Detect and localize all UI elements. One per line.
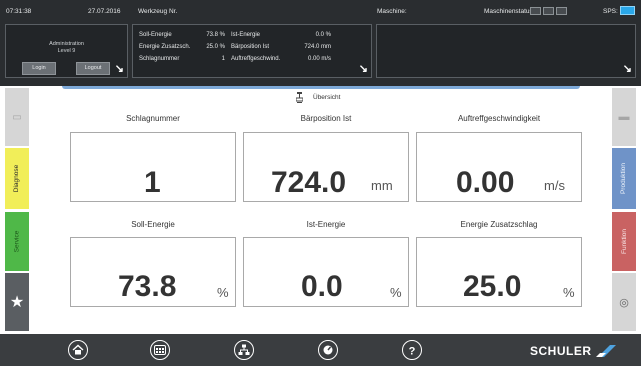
sps-label: SPS: xyxy=(603,8,618,15)
card-value: 724.0 xyxy=(271,166,347,199)
card-title: Auftreffgeschwindigkeit xyxy=(457,114,541,123)
tab-label: Diagnose xyxy=(13,164,21,193)
summary-value: 25.0 % xyxy=(206,44,225,50)
tool-number-label: Werkzeug Nr. xyxy=(138,8,178,15)
card-title: Schlagnummer xyxy=(126,114,180,123)
card-value: 0.00 xyxy=(456,166,515,199)
user-name: Administration xyxy=(49,41,84,47)
machine-status-label: Maschinenstatus: xyxy=(484,8,535,15)
keypad-icon[interactable] xyxy=(150,340,170,360)
summary-label: Schlagnummer xyxy=(139,56,180,62)
status-bar: 07:31:38 27.07.2016 Werkzeug Nr. Maschin… xyxy=(0,0,641,86)
login-panel: Administration Level 9 Login Logout ↘ xyxy=(5,24,128,78)
logout-button[interactable]: Logout xyxy=(76,62,110,75)
machine-status-box xyxy=(556,7,567,15)
tab-produktion[interactable]: Produktion xyxy=(612,148,636,209)
value-card-soll-energie: 73.8 % xyxy=(70,237,236,307)
hammer-icon xyxy=(296,92,303,103)
sps-indicator xyxy=(620,6,635,15)
value-card-schlagnummer: 1 xyxy=(70,132,236,202)
user-info: Administration Level 9 xyxy=(6,41,127,55)
machine-status-box xyxy=(543,7,554,15)
folder-icon: ▬ xyxy=(618,111,630,123)
summary-value: 1 xyxy=(221,56,225,62)
star-icon: ★ xyxy=(9,294,25,311)
card-unit: m/s xyxy=(544,178,565,193)
value-card-baerposition: 724.0 mm xyxy=(243,132,409,202)
value-card-auftreffgeschwindigkeit: 0.00 m/s xyxy=(416,132,582,202)
sidebar-item-settings[interactable]: ◎ xyxy=(612,273,636,331)
card-value: 25.0 xyxy=(463,270,522,303)
summary-label: Auftreffgeschwind. xyxy=(231,56,281,62)
machine-label: Maschine: xyxy=(377,8,407,15)
eye-icon: ◎ xyxy=(619,296,629,309)
card-title: Energie Zusatzschlag xyxy=(460,220,538,229)
tab-label: Service xyxy=(13,230,21,253)
summary-value: 0.0 % xyxy=(315,32,331,38)
energy-summary-panel[interactable]: Soll-Energie 73.8 % Ist-Energie 0.0 % En… xyxy=(132,24,372,78)
summary-label: Bärposition Ist xyxy=(231,44,270,50)
brand-name: SCHULER xyxy=(530,344,592,358)
summary-label: Ist-Energie xyxy=(231,32,261,38)
page-title: Übersicht xyxy=(313,94,341,101)
card-title: Soll-Energie xyxy=(131,220,175,229)
network-icon[interactable] xyxy=(234,340,254,360)
tab-service[interactable]: Service xyxy=(5,212,29,271)
expand-arrow-icon[interactable]: ↘ xyxy=(623,64,632,75)
schuler-logo: SCHULER xyxy=(530,344,616,358)
value-card-ist-energie: 0.0 % xyxy=(243,237,409,307)
card-value: 73.8 xyxy=(118,270,177,303)
card-value: 1 xyxy=(144,166,161,199)
machine-status-indicators xyxy=(530,7,567,15)
card-unit: mm xyxy=(371,178,393,193)
summary-label: Soll-Energie xyxy=(139,32,172,38)
brand-mark-icon xyxy=(595,345,616,357)
expand-arrow-icon[interactable]: ↘ xyxy=(115,64,124,75)
machine-info-panel[interactable]: ↘ xyxy=(376,24,636,78)
tab-funktion[interactable]: Funktion xyxy=(612,212,636,271)
value-card-energie-zusatzschlag: 25.0 % xyxy=(416,237,582,307)
home-icon[interactable] xyxy=(68,340,88,360)
machine-status-box xyxy=(530,7,541,15)
sidebar-item-favorites[interactable]: ★ xyxy=(5,273,29,331)
tab-label: Produktion xyxy=(620,162,628,195)
card-value: 0.0 xyxy=(301,270,343,303)
svg-text:?: ? xyxy=(409,346,416,357)
user-level: Level 9 xyxy=(57,48,76,54)
card-unit: % xyxy=(390,285,402,300)
bottom-nav-bar: ? SCHULER xyxy=(0,334,641,366)
card-title: Bärposition Ist xyxy=(300,114,352,123)
card-unit: % xyxy=(563,285,575,300)
clock-date: 27.07.2016 xyxy=(88,8,121,15)
summary-value: 724.0 mm xyxy=(304,44,331,50)
sidebar-item-folder[interactable]: ▬ xyxy=(612,88,636,146)
clock-time: 07:31:38 xyxy=(6,8,32,15)
help-icon[interactable]: ? xyxy=(402,340,422,360)
sidebar-item-monitor[interactable]: ▭ xyxy=(5,88,29,146)
login-button[interactable]: Login xyxy=(22,62,56,75)
tab-label: Funktion xyxy=(620,229,628,254)
dial-icon[interactable] xyxy=(318,340,338,360)
summary-value: 0.00 m/s xyxy=(307,56,331,62)
monitor-icon: ▭ xyxy=(12,111,22,123)
card-title: Ist-Energie xyxy=(306,220,346,229)
header-accent-strip xyxy=(62,86,580,89)
card-unit: % xyxy=(217,285,229,300)
tab-diagnose[interactable]: Diagnose xyxy=(5,148,29,209)
expand-arrow-icon[interactable]: ↘ xyxy=(359,64,368,75)
status-row: 07:31:38 27.07.2016 Werkzeug Nr. Maschin… xyxy=(0,0,641,22)
summary-value: 73.8 % xyxy=(206,32,225,38)
breadcrumb: Übersicht xyxy=(296,92,340,103)
